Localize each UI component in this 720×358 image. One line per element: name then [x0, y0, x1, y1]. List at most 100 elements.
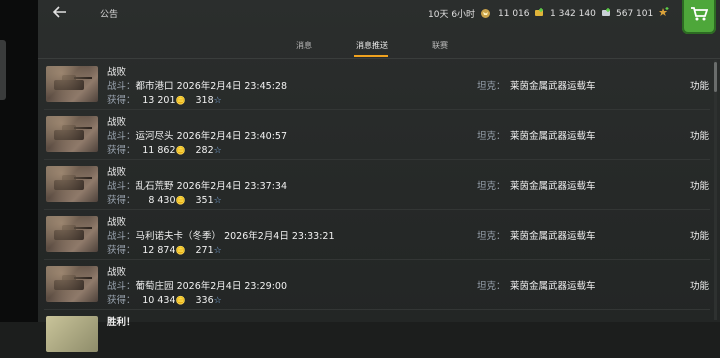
credits-stat[interactable]: 1 342 140 — [550, 7, 612, 19]
map-name: 马利诺夫卡（冬季） — [135, 231, 222, 242]
battle-info: 战斗：运河尽头 2026年2月4日 23:40:57 — [107, 128, 287, 142]
battle-info: 战斗：都市港口 2026年2月4日 23:45:28 — [107, 78, 287, 92]
function-link[interactable]: 功能 — [690, 228, 709, 242]
credits-icon: 🪙 — [175, 296, 186, 305]
premium-time-value: 10天 6小时 — [428, 10, 476, 20]
battle-outcome: 战败 — [107, 167, 127, 178]
battle-label: 战斗： — [107, 281, 136, 292]
battle-outcome: 战败 — [107, 67, 127, 78]
map-name: 葡萄庄园 — [135, 281, 174, 292]
earned-label: 获得： — [107, 295, 136, 306]
credits-value: 1 342 140 — [550, 9, 596, 19]
tank-label: 坦克： — [477, 281, 506, 292]
xp-star-icon: ☆ — [213, 196, 222, 206]
credits-icon: 🪙 — [175, 146, 186, 155]
row-divider — [44, 159, 710, 160]
xp-earned: 271 — [195, 245, 214, 256]
battle-result-row[interactable]: 战败 战斗：乱石荒野 2026年2月4日 23:37:34 获得： 8 430🪙 3… — [44, 162, 710, 208]
earned-label: 获得： — [107, 195, 136, 206]
earned-label: 获得： — [107, 245, 136, 256]
xp-star-icon: ☆ — [213, 96, 222, 106]
earned-info: 获得： 12 874🪙 271☆ — [107, 242, 222, 256]
battle-outcome: 胜利！ — [107, 317, 136, 328]
tank-label: 坦克： — [477, 181, 506, 192]
tank-label: 坦克： — [477, 131, 506, 142]
free-xp-value: 567 101 — [616, 9, 654, 19]
credits-icon: 🪙 — [175, 196, 186, 205]
battle-datetime: 2026年2月4日 23:33:21 — [224, 231, 335, 242]
credits-earned: 11 862 — [142, 145, 176, 156]
battle-outcome: 战败 — [107, 117, 127, 128]
xp-star-icon: ☆ — [213, 146, 222, 156]
premium-time-stat[interactable]: 10天 6小时 — [428, 7, 491, 20]
tank-label: 坦克： — [477, 81, 506, 92]
tab-messages[interactable]: 消息 — [296, 40, 312, 51]
row-divider — [44, 109, 710, 110]
battle-outcome: 战败 — [107, 217, 127, 228]
credits-earned: 13 201 — [142, 95, 176, 106]
battle-label: 战斗： — [107, 231, 136, 242]
battle-result-row[interactable]: 战败 战斗：都市港口 2026年2月4日 23:45:28 获得： 13 201🪙… — [44, 62, 710, 108]
xp-star-icon: ☆ — [213, 296, 222, 306]
battle-result-row[interactable]: 战败 战斗：葡萄庄园 2026年2月4日 23:29:00 获得： 10 434🪙… — [44, 262, 710, 308]
row-divider — [44, 309, 710, 310]
map-name: 运河尽头 — [135, 131, 174, 142]
credits-icon: 🪙 — [175, 246, 186, 255]
battle-label: 战斗： — [107, 131, 136, 142]
battle-datetime: 2026年2月4日 23:45:28 — [176, 81, 288, 92]
list-scrollbar-track[interactable] — [714, 60, 717, 320]
tank-thumbnail — [46, 66, 98, 102]
function-link[interactable]: 功能 — [690, 178, 709, 192]
xp-earned: 336 — [195, 295, 214, 306]
battle-info: 战斗：葡萄庄园 2026年2月4日 23:29:00 — [107, 278, 287, 292]
function-link[interactable]: 功能 — [690, 78, 709, 92]
row-divider — [44, 209, 710, 210]
header-bar: 公告 10天 6小时 11 016 1 342 140 567 101 — [38, 0, 720, 34]
tank-name: 莱茵金属武器运载车 — [510, 131, 596, 142]
map-name: 乱石荒野 — [135, 181, 174, 192]
function-link[interactable]: 功能 — [690, 278, 709, 292]
cart-icon — [691, 7, 708, 21]
tank-name: 莱茵金属武器运载车 — [510, 181, 596, 192]
list-scrollbar-thumb[interactable] — [714, 62, 717, 92]
tank-thumbnail — [46, 216, 98, 252]
battle-datetime: 2026年2月4日 23:29:00 — [176, 281, 288, 292]
row-divider — [44, 259, 710, 260]
earned-info: 获得： 8 430🪙 351☆ — [107, 192, 222, 206]
app-window: 公告 10天 6小时 11 016 1 342 140 567 101 消息 消… — [38, 0, 720, 352]
shop-cart-button[interactable] — [682, 0, 716, 34]
xp-earned: 351 — [195, 195, 214, 206]
credits-earned: 8 430 — [148, 195, 176, 206]
battle-datetime: 2026年2月4日 23:37:34 — [176, 181, 288, 192]
battle-label: 战斗： — [107, 81, 136, 92]
tab-bar: 消息 消息推送 联赛 — [38, 36, 720, 59]
tank-name: 莱茵金属武器运载车 — [510, 281, 596, 292]
battle-result-row[interactable]: 胜利！ — [44, 312, 710, 358]
function-link[interactable]: 功能 — [690, 128, 709, 142]
gold-value: 11 016 — [498, 9, 530, 19]
credits-earned: 10 434 — [142, 295, 176, 306]
bezel-notch — [0, 40, 6, 100]
tank-name: 莱茵金属武器运载车 — [510, 81, 596, 92]
tab-league[interactable]: 联赛 — [432, 40, 448, 51]
xp-earned: 318 — [195, 95, 214, 106]
battle-result-row[interactable]: 战败 战斗：马利诺夫卡（冬季） 2026年2月4日 23:33:21 获得： 12… — [44, 212, 710, 258]
tank-thumbnail — [46, 116, 98, 152]
earned-label: 获得： — [107, 95, 136, 106]
tank-thumbnail — [46, 316, 98, 352]
back-arrow-icon[interactable] — [52, 4, 68, 20]
battle-info: 战斗：马利诺夫卡（冬季） 2026年2月4日 23:33:21 — [107, 228, 335, 242]
tank-thumbnail — [46, 166, 98, 202]
free-xp-stat[interactable]: 567 101 — [616, 7, 669, 19]
gold-stat[interactable]: 11 016 — [498, 7, 545, 19]
xp-star-icon: ☆ — [213, 246, 222, 256]
battle-result-row[interactable]: 战败 战斗：运河尽头 2026年2月4日 23:40:57 获得： 11 862🪙… — [44, 112, 710, 158]
tank-thumbnail — [46, 266, 98, 302]
page-title: 公告 — [100, 10, 119, 20]
earned-info: 获得： 13 201🪙 318☆ — [107, 92, 222, 106]
credits-icon — [601, 7, 612, 18]
tank-name: 莱茵金属武器运载车 — [510, 231, 596, 242]
map-name: 都市港口 — [135, 81, 174, 92]
tab-message-push[interactable]: 消息推送 — [356, 40, 388, 51]
left-bezel — [0, 0, 38, 322]
